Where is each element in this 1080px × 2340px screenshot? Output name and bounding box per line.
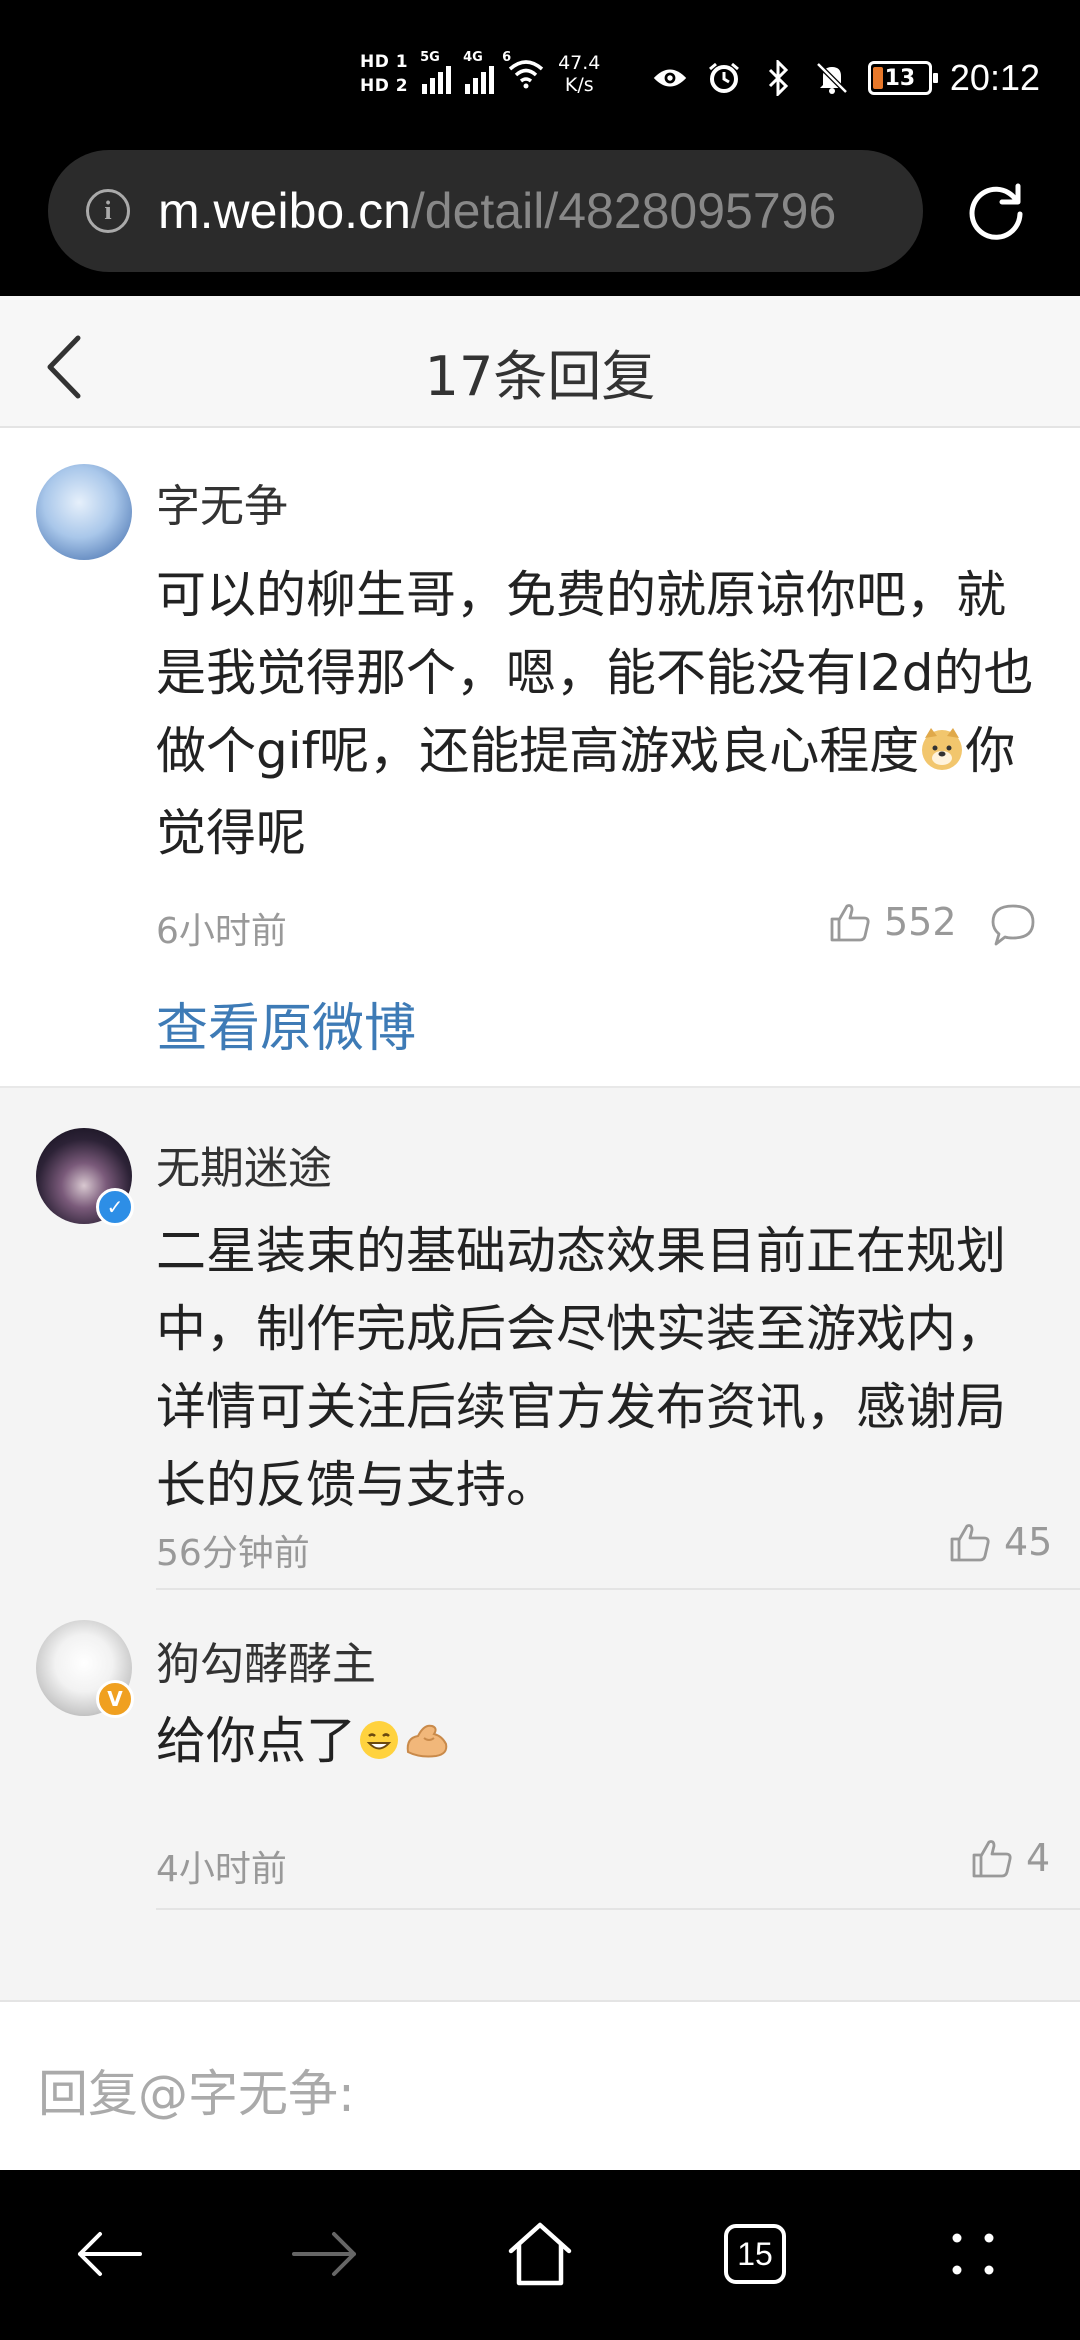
status-bar: HD 1 HD 2 5G 4G 6 47.4 K/s 13 20:12	[0, 0, 1080, 150]
thumbs-up-icon	[950, 1524, 990, 1562]
browser-nav-bar: 15	[0, 2170, 1080, 2340]
reply-time: 4小时前	[156, 1849, 287, 1890]
reply-time: 56分钟前	[156, 1533, 310, 1574]
hd1-label: HD 1	[360, 52, 409, 72]
home-icon[interactable]	[495, 2214, 585, 2294]
grin-emoji-icon	[356, 1706, 402, 1784]
thumbs-up-icon	[830, 904, 870, 942]
reply-author[interactable]: 无期迷途	[156, 1132, 332, 1196]
reply-placeholder: 回复@字无争:	[38, 2065, 355, 2123]
url-host: m.weibo.cn	[158, 183, 411, 239]
reply-list: ✓ 无期迷途 二星装束的基础动态效果目前正在规划中，制作完成后会尽快实装至游戏内…	[0, 1088, 1080, 2000]
reply-text: 给你点了	[156, 1702, 1036, 1784]
comment-bubble-icon[interactable]	[990, 902, 1036, 948]
reply-input[interactable]: 回复@字无争:	[0, 2000, 1080, 2170]
tabs-button[interactable]: 15	[710, 2214, 800, 2294]
back-arrow-icon[interactable]	[64, 2214, 154, 2294]
mute-bell-icon	[814, 60, 850, 96]
comment-thread: 字无争 可以的柳生哥，免费的就原谅你吧，就是我觉得那个，嗯，能不能没有l2d的也…	[0, 428, 1080, 2000]
battery-icon: 13	[867, 61, 938, 95]
alarm-icon	[706, 60, 742, 96]
signal-4g-icon: 4G	[463, 50, 495, 94]
site-info-icon[interactable]: i	[86, 189, 130, 233]
page-title: 17条回复	[424, 345, 656, 408]
net-speed: 47.4 K/s	[558, 52, 601, 96]
like-button[interactable]: 552	[828, 900, 957, 944]
reload-icon[interactable]	[962, 178, 1030, 246]
hd-indicator: HD 1 HD 2	[360, 52, 408, 96]
verified-badge-icon: V	[96, 1680, 134, 1718]
verified-badge-icon: ✓	[96, 1188, 134, 1226]
hd2-label: HD 2	[360, 76, 409, 96]
bluetooth-icon	[760, 60, 796, 96]
avatar[interactable]	[36, 464, 132, 560]
menu-dots-icon[interactable]	[928, 2214, 1018, 2294]
url-text[interactable]: m.weibo.cn/detail/4828095796	[158, 182, 836, 240]
eye-icon	[652, 60, 688, 96]
like-count: 45	[1004, 1520, 1053, 1564]
thumbs-up-icon	[972, 1840, 1012, 1878]
reply-text: 二星装束的基础动态效果目前正在规划中，制作完成后会尽快实装至游戏内，详情可关注后…	[156, 1222, 1006, 1514]
address-bar[interactable]: i m.weibo.cn/detail/4828095796	[48, 150, 923, 272]
comment-text: 可以的柳生哥，免费的就原谅你吧，就是我觉得那个，嗯，能不能没有l2d的也做个gi…	[156, 566, 1034, 862]
clock: 20:12	[949, 57, 1040, 98]
page-header: 17条回复	[0, 296, 1080, 428]
tabs-count: 15	[724, 2224, 786, 2284]
main-comment: 字无争 可以的柳生哥，免费的就原谅你吧，就是我觉得那个，嗯，能不能没有l2d的也…	[0, 428, 1080, 1088]
like-count: 552	[884, 900, 957, 944]
signal-5g-icon: 5G	[420, 50, 452, 94]
url-path: /detail/4828095796	[410, 183, 837, 239]
wifi-icon: 6	[502, 50, 544, 92]
divider	[156, 1588, 1080, 1590]
avatar[interactable]: V	[36, 1620, 134, 1718]
forward-arrow-icon[interactable]	[280, 2214, 370, 2294]
like-button[interactable]: 4	[970, 1836, 1050, 1880]
browser-toolbar: i m.weibo.cn/detail/4828095796	[0, 150, 1080, 296]
divider	[156, 1908, 1080, 1910]
doge-emoji-icon	[919, 716, 965, 794]
like-button[interactable]: 45	[948, 1520, 1052, 1564]
comment-author[interactable]: 字无争	[156, 470, 288, 534]
reply-author[interactable]: 狗勾酵酵主	[156, 1628, 376, 1692]
comment-time: 6小时前	[156, 911, 287, 952]
avatar[interactable]: ✓	[36, 1128, 134, 1226]
like-count: 4	[1026, 1836, 1051, 1880]
flex-arm-emoji-icon	[402, 1706, 452, 1784]
view-original-link[interactable]: 查看原微博	[156, 986, 416, 1061]
